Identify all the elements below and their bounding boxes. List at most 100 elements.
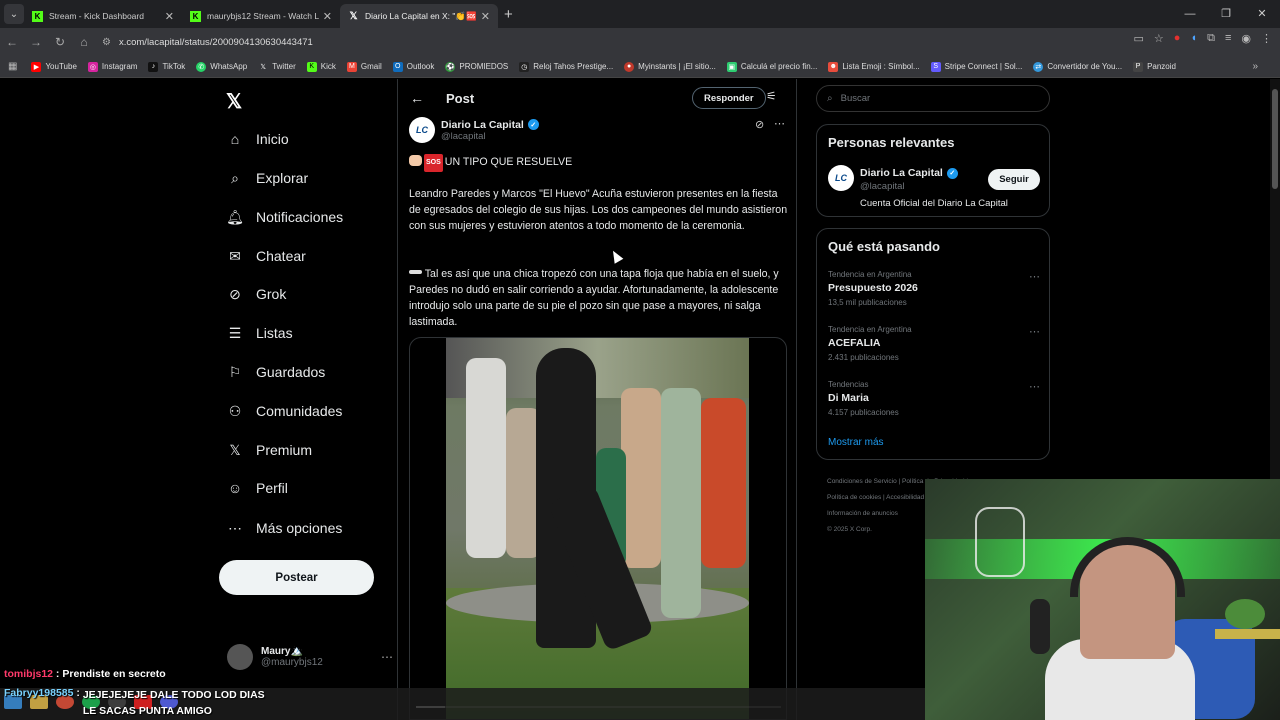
more-icon[interactable]: ⋯ — [1029, 380, 1040, 393]
home-icon[interactable]: ⌂ — [72, 35, 96, 49]
bookmark-panzoid[interactable]: P Panzoid — [1133, 61, 1176, 72]
more-icon[interactable]: ⋯ — [1029, 270, 1040, 283]
bookmark-gmail[interactable]: M Gmail — [346, 61, 382, 72]
bookmark-calcula[interactable]: ▣ Calculá el precio fin... — [726, 61, 817, 72]
bookmarks-overflow-icon[interactable]: » — [1252, 61, 1258, 72]
show-more-link[interactable]: Mostrar más — [828, 437, 884, 448]
nav-item-premium[interactable]: 𝕏 Premium — [226, 441, 312, 459]
post-video[interactable] — [409, 337, 787, 720]
trend-item[interactable]: Tendencia en Argentina ACEFALIA 2.431 pu… — [828, 325, 1040, 362]
close-window-icon[interactable]: ✕ — [1244, 0, 1280, 28]
browser-menu-icon[interactable]: ⋮ — [1261, 32, 1272, 45]
bookmark-outlook[interactable]: O Outlook — [392, 61, 434, 72]
bookmark-emoji[interactable]: ☻ Lista Emoji : Símbol... — [828, 61, 920, 72]
nav-item-comunidades[interactable]: ⚇ Comunidades — [226, 402, 343, 420]
close-icon[interactable]: ✕ — [481, 10, 490, 23]
bookmark-youtube[interactable]: ▶ YouTube — [31, 61, 77, 72]
footer-link[interactable]: Información de anuncios — [827, 510, 898, 517]
relevant-avatar[interactable]: LC — [828, 165, 854, 191]
reply-button[interactable]: Responder — [692, 87, 766, 109]
bookmark-whatsapp[interactable]: ✆ WhatsApp — [196, 61, 247, 72]
search-placeholder: Buscar — [840, 93, 871, 104]
grok-explain-icon[interactable]: ⊘ — [755, 118, 764, 131]
author-name[interactable]: Diario La Capital ✓ — [441, 119, 539, 131]
close-icon[interactable]: ✕ — [165, 10, 174, 23]
footer-link[interactable]: Accesibilidad — [886, 494, 924, 501]
forward-icon[interactable]: → — [24, 35, 48, 49]
tab-label: maurybjs12 Stream - Watch Live — [207, 11, 319, 21]
trend-item[interactable]: Tendencias Di Maria 4.157 publicaciones … — [828, 380, 1040, 417]
video-person — [661, 388, 701, 618]
nav-item-guardados[interactable]: ⚐ Guardados — [226, 363, 326, 381]
bookmark-reloj[interactable]: ◷ Reloj Tahos Prestige... — [519, 61, 613, 72]
bookmark-twitter[interactable]: 𝕏 Twitter — [258, 62, 295, 72]
webcam-wall-sketch — [975, 507, 1025, 577]
reload-icon[interactable]: ↻ — [48, 35, 72, 49]
footer-link[interactable]: Condiciones de Servicio — [827, 478, 897, 485]
tab-diario-la-capital[interactable]: 𝕏 Diario La Capital en X: "👏🆘 UN TIPO QU… — [340, 4, 498, 28]
nav-item-notificaciones[interactable]: 🔔︎ Notificaciones — [226, 208, 343, 226]
account-switcher[interactable]: Maury🏔️ @maurybjs12 ⋯ — [227, 644, 393, 670]
more-options-icon: ⋯ — [228, 519, 242, 536]
new-tab-icon[interactable]: + — [504, 6, 513, 23]
post-author[interactable]: LC Diario La Capital ✓ @lacapital — [409, 117, 539, 143]
tiktok-icon: ♪ — [148, 61, 159, 72]
site-info-icon[interactable]: ⚙ — [102, 37, 111, 48]
avatar — [227, 644, 253, 670]
scrollbar-thumb[interactable] — [1272, 89, 1278, 189]
video-frame[interactable] — [446, 338, 749, 719]
cast-icon[interactable]: ▭ — [1134, 32, 1144, 45]
media-icon[interactable]: ≡ — [1225, 32, 1231, 45]
bookmark-tiktok[interactable]: ♪ TikTok — [148, 61, 185, 72]
back-arrow-icon[interactable]: ← — [410, 90, 424, 106]
nav-item-chatear[interactable]: ✉ Chatear — [226, 247, 306, 265]
follow-button[interactable]: Seguir — [988, 169, 1040, 190]
nav-item-mas-opciones[interactable]: ⋯ Más opciones — [226, 519, 342, 537]
profile-icon: ☺ — [227, 480, 243, 496]
bookmark-myinstants[interactable]: ● Myinstants | ¡El sitio... — [624, 61, 716, 72]
emoji-icon: ☻ — [828, 61, 839, 72]
extension-audio-icon[interactable]: ◖ — [1190, 32, 1197, 45]
author-avatar[interactable]: LC — [409, 117, 435, 143]
window-controls: — ❐ ✕ — [1172, 0, 1280, 28]
bookmark-kick[interactable]: K Kick — [306, 61, 336, 72]
video-person — [466, 358, 506, 558]
search-input[interactable]: ⌕ Buscar — [816, 85, 1050, 112]
relevant-name[interactable]: Diario La Capital ✓ — [860, 167, 958, 179]
extensions-icon[interactable]: ⧉ — [1207, 32, 1215, 45]
more-icon[interactable]: ⋯ — [381, 650, 393, 664]
trend-item[interactable]: Tendencia en Argentina Presupuesto 2026 … — [828, 270, 1040, 307]
nav-item-explorar[interactable]: ⌕ Explorar — [226, 169, 308, 187]
post-button[interactable]: Postear — [219, 560, 374, 595]
stripe-icon: S — [930, 61, 941, 72]
maximize-icon[interactable]: ❐ — [1208, 0, 1244, 28]
sliders-icon[interactable]: ⚟ — [766, 89, 777, 103]
nav-item-perfil[interactable]: ☺ Perfil — [226, 479, 288, 497]
more-icon[interactable]: ⋯ — [774, 117, 785, 130]
nav-item-listas[interactable]: ☰ Listas — [226, 324, 293, 342]
nav-item-inicio[interactable]: ⌂ Inicio — [226, 130, 289, 148]
url-field[interactable]: ⚙ x.com/lacapital/status/200090413063044… — [102, 31, 1062, 53]
bookmark-promiedos[interactable]: ⚽ PROMIEDOS — [445, 61, 508, 72]
footer-link[interactable]: Política de cookies — [827, 494, 881, 501]
tab-search-icon[interactable]: ⌄ — [4, 4, 24, 24]
back-icon[interactable]: ← — [0, 35, 24, 49]
nav-item-grok[interactable]: ⊘ Grok — [226, 285, 286, 303]
profile-avatar-icon[interactable]: ◉ — [1241, 32, 1251, 45]
x-logo-icon[interactable]: 𝕏 — [226, 89, 242, 114]
minimize-icon[interactable]: — — [1172, 0, 1208, 28]
tab-kick-dashboard[interactable]: K Stream - Kick Dashboard ✕ — [24, 4, 182, 28]
x-icon: 𝕏 — [349, 10, 358, 22]
bookmark-instagram[interactable]: ◎ Instagram — [87, 61, 137, 72]
bookmark-convertidor[interactable]: ⇄ Convertidor de You... — [1033, 61, 1122, 72]
bookmarks-bar: ▦ ▶ YouTube ◎ Instagram ♪ TikTok ✆ WhatsApp … — [0, 56, 1280, 78]
search-icon: ⌕ — [827, 93, 833, 104]
star-icon[interactable]: ☆ — [1154, 32, 1164, 45]
more-icon[interactable]: ⋯ — [1029, 325, 1040, 338]
bookmark-stripe[interactable]: S Stripe Connect | Sol... — [930, 61, 1022, 72]
apps-grid-icon[interactable]: ▦ — [8, 61, 17, 72]
close-icon[interactable]: ✕ — [323, 10, 332, 23]
extension-record-icon[interactable]: ● — [1174, 32, 1181, 45]
tab-kick-stream[interactable]: K maurybjs12 Stream - Watch Live ✕ — [182, 4, 340, 28]
home-icon: ⌂ — [230, 131, 240, 147]
